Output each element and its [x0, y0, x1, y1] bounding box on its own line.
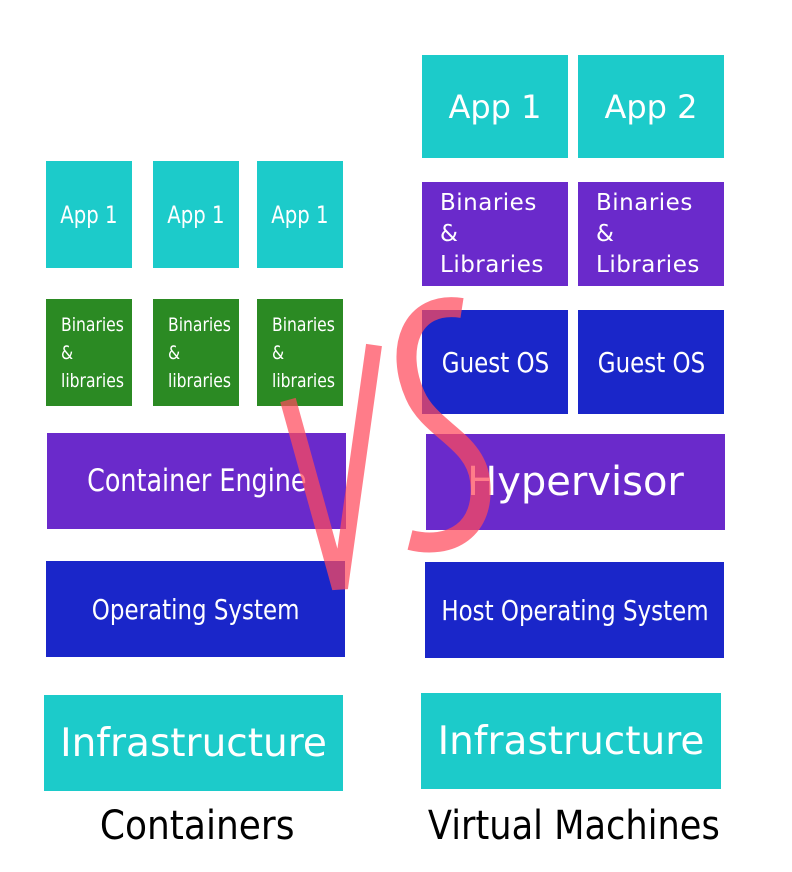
- container-app-1: App 1: [46, 161, 132, 268]
- guest-os-label: Guest OS: [441, 345, 549, 379]
- libs-line: &: [61, 341, 74, 364]
- vm-hypervisor: Hypervisor: [426, 434, 725, 530]
- guest-os-label: Guest OS: [597, 345, 705, 379]
- container-app-3: App 1: [257, 161, 343, 268]
- vm-libs-1: Binaries & Libraries: [422, 182, 568, 286]
- app-label: App 1: [60, 200, 118, 229]
- os-label: Operating System: [91, 592, 300, 626]
- vm-app-2: App 2: [578, 55, 724, 158]
- caption-text: Virtual Machines: [428, 803, 720, 849]
- libs-line: &: [168, 341, 181, 364]
- host-os-label: Host Operating System: [440, 593, 709, 627]
- vm-infrastructure: Infrastructure: [421, 693, 721, 789]
- container-engine: Container Engine: [47, 433, 346, 529]
- container-infrastructure: Infrastructure: [44, 695, 343, 791]
- libs-line: &: [272, 341, 285, 364]
- containers-caption: Containers: [44, 803, 350, 849]
- engine-label: Container Engine: [86, 463, 307, 499]
- libs-text: Binaries & libraries: [272, 311, 335, 395]
- container-libs-1: Binaries & libraries: [46, 299, 132, 406]
- libs-line: Libraries: [440, 251, 544, 278]
- libs-line: &: [596, 220, 615, 247]
- libs-line: libraries: [272, 369, 335, 392]
- container-libs-3: Binaries & libraries: [257, 299, 343, 406]
- libs-text: Binaries & libraries: [61, 311, 124, 395]
- container-libs-2: Binaries & libraries: [153, 299, 239, 406]
- libs-text: Binaries & Libraries: [596, 188, 700, 281]
- container-os: Operating System: [46, 561, 345, 657]
- libs-line: &: [440, 220, 459, 247]
- libs-text: Binaries & Libraries: [440, 188, 544, 281]
- libs-line: Binaries: [440, 189, 537, 216]
- vm-guest-os-2: Guest OS: [578, 310, 724, 414]
- libs-line: Binaries: [168, 313, 231, 336]
- libs-line: libraries: [61, 369, 124, 392]
- container-app-2: App 1: [153, 161, 239, 268]
- vm-libs-2: Binaries & Libraries: [578, 182, 724, 286]
- libs-line: libraries: [168, 369, 231, 392]
- caption-text: Containers: [99, 803, 295, 849]
- vm-guest-os-1: Guest OS: [422, 310, 568, 414]
- libs-line: Libraries: [596, 251, 700, 278]
- hypervisor-label: Hypervisor: [467, 459, 684, 505]
- libs-text: Binaries & libraries: [168, 311, 231, 395]
- vms-caption: Virtual Machines: [405, 803, 743, 849]
- libs-line: Binaries: [272, 313, 335, 336]
- libs-line: Binaries: [596, 189, 693, 216]
- app-label: App 1: [271, 200, 329, 229]
- app-label: App 2: [604, 87, 698, 126]
- app-label: App 1: [167, 200, 225, 229]
- vm-host-os: Host Operating System: [425, 562, 724, 658]
- libs-line: Binaries: [61, 313, 124, 336]
- infra-label: Infrastructure: [60, 720, 327, 766]
- app-label: App 1: [448, 87, 542, 126]
- vm-app-1: App 1: [422, 55, 568, 158]
- infra-label: Infrastructure: [437, 718, 705, 764]
